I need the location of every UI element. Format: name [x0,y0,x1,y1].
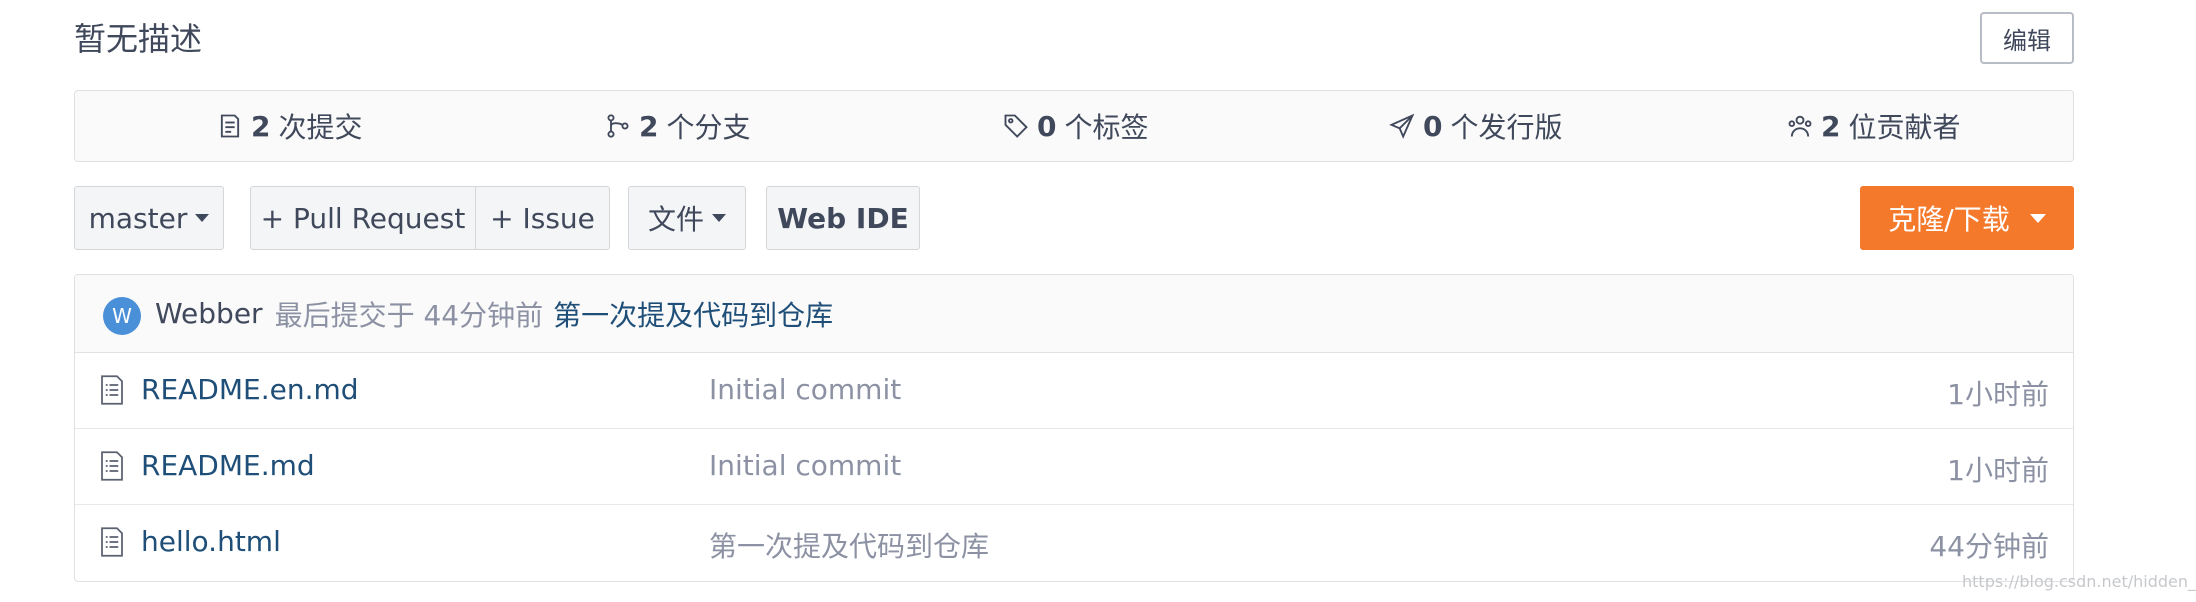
table-row: README.md Initial commit 1小时前 [75,429,2073,505]
branch-select[interactable]: master [74,186,224,250]
file-icon [99,451,125,481]
branch-select-label: master [88,201,188,235]
file-commit-message[interactable]: Initial commit [709,449,901,482]
file-commit-message[interactable]: Initial commit [709,373,901,406]
release-icon [1387,111,1417,141]
stat-releases-count: 0 [1423,109,1443,143]
stat-commits-count: 2 [251,109,271,143]
file-name-link[interactable]: README.md [141,449,315,482]
file-menu-label: 文件 [647,203,704,236]
web-ide-button[interactable]: Web IDE [766,186,920,250]
file-icon [99,375,125,405]
file-icon [99,527,125,557]
commit-message-link[interactable]: 第一次提及代码到仓库 [553,294,833,334]
stat-branches-count: 2 [639,109,659,143]
stat-commits-label: 次提交 [278,111,363,144]
table-row: hello.html 第一次提及代码到仓库 44分钟前 [75,505,2073,581]
table-row: README.en.md Initial commit 1小时前 [75,353,2073,429]
stat-releases-label: 个发行版 [1450,111,1563,144]
file-name-link[interactable]: hello.html [141,525,281,558]
stat-contributors-count: 2 [1821,109,1841,143]
issue-button[interactable]: + Issue [475,186,610,250]
commit-author[interactable]: Webber [155,297,263,330]
stat-contributors[interactable]: 2 位贡献者 [1785,91,1961,161]
stat-tags[interactable]: 0 个标签 [1001,91,1149,161]
file-commit-message[interactable]: 第一次提及代码到仓库 [709,525,989,565]
file-menu-button[interactable]: 文件 [628,186,746,250]
stat-releases[interactable]: 0 个发行版 [1387,91,1563,161]
chevron-down-icon [2029,213,2046,223]
file-name-link[interactable]: README.en.md [141,373,359,406]
repo-description: 暂无描述 [74,20,203,58]
file-list: W Webber 最后提交于 44分钟前 第一次提及代码到仓库 README.e… [74,274,2074,582]
stat-branches[interactable]: 2 个分支 [603,91,751,161]
stat-tags-count: 0 [1037,109,1057,143]
repo-page: 暂无描述 编辑 2 次提交 2 个分支 0 个标签 0 个发行版 2 位贡献者 … [0,0,2196,602]
clone-download-label: 克隆/下载 [1888,203,2010,236]
watermark: https://blog.csdn.net/hidden_wb [1962,572,2196,591]
file-time: 1小时前 [1947,454,2049,487]
pull-request-button[interactable]: + Pull Request [250,186,476,250]
commit-time: 最后提交于 44分钟前 [274,298,544,332]
stat-contributors-label: 位贡献者 [1848,111,1961,144]
chevron-down-icon [195,214,210,222]
chevron-down-icon [712,214,726,222]
repo-stats-bar: 2 次提交 2 个分支 0 个标签 0 个发行版 2 位贡献者 [74,90,2074,162]
stat-tags-label: 个标签 [1064,111,1149,144]
latest-commit-bar: W Webber 最后提交于 44分钟前 第一次提及代码到仓库 [75,275,2073,353]
avatar[interactable]: W [103,296,141,335]
stat-branches-label: 个分支 [666,111,751,144]
commit-icon [215,111,245,141]
stat-commits[interactable]: 2 次提交 [215,91,363,161]
tag-icon [1001,111,1031,141]
contributors-icon [1785,111,1815,141]
file-time: 1小时前 [1947,378,2049,411]
file-time: 44分钟前 [1929,530,2049,563]
edit-button[interactable]: 编辑 [1980,12,2074,64]
branch-icon [603,111,633,141]
clone-download-button[interactable]: 克隆/下载 [1860,186,2074,250]
